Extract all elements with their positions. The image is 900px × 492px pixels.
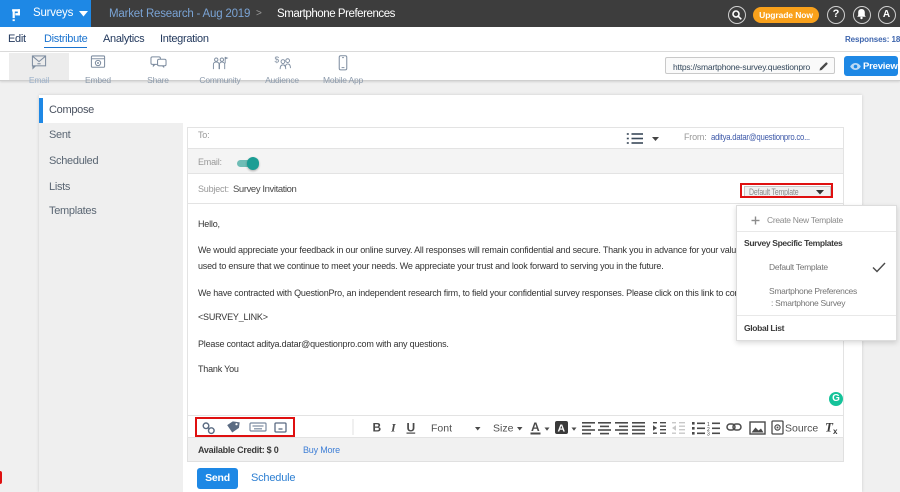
svg-text:A: A xyxy=(558,423,566,435)
svg-text:Size: Size xyxy=(493,423,514,435)
svg-text:$: $ xyxy=(274,55,279,65)
svg-text:Source: Source xyxy=(785,423,818,435)
svg-text:A: A xyxy=(531,420,540,434)
svg-text:I: I xyxy=(390,421,397,435)
svg-text:3: 3 xyxy=(707,432,710,438)
svg-text:U: U xyxy=(407,421,416,435)
svg-text:x: x xyxy=(833,427,838,436)
svg-text:Font: Font xyxy=(431,423,452,435)
svg-text:B: B xyxy=(373,421,382,435)
